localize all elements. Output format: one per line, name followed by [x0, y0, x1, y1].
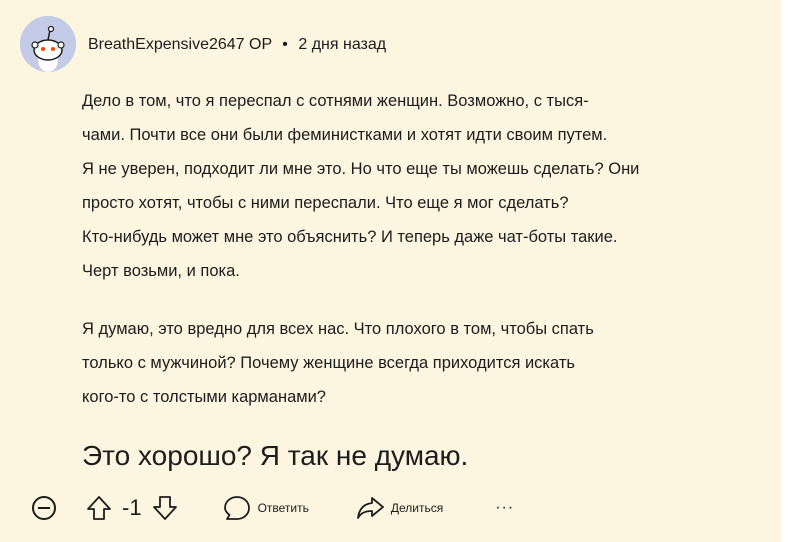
text-line: Я думаю, это вредно для всех нас. Что пл…: [82, 320, 594, 338]
comment-actions: -1 Ответить Делиться ···: [30, 490, 514, 526]
avatar[interactable]: [20, 16, 76, 72]
separator: •: [282, 36, 288, 53]
comment-heading-text: Это хорошо? Я так не думаю.: [82, 440, 469, 471]
reply-label: Ответить: [257, 501, 309, 515]
downvote-button[interactable]: [150, 493, 180, 523]
op-badge: OP: [249, 36, 272, 53]
author-name[interactable]: BreathExpensive2647: [88, 36, 245, 53]
upvote-icon: [87, 496, 111, 520]
reply-button[interactable]: Ответить: [222, 493, 309, 523]
snoo-avatar-icon: [20, 16, 76, 72]
comment-header: BreathExpensive2647 OP • 2 дня назад: [88, 36, 386, 54]
text-line: кого-то с толстыми карманами?: [82, 388, 326, 406]
upvote-button[interactable]: [84, 493, 114, 523]
vote-score: -1: [122, 495, 142, 520]
text-line: просто хотят, чтобы с ними переспали. Чт…: [82, 194, 569, 212]
comment-paragraph-2: Я думаю, это вредно для всех нас. Что пл…: [82, 312, 762, 414]
share-button[interactable]: Делиться: [355, 493, 443, 523]
share-label: Делиться: [390, 501, 444, 515]
text-line: Черт возьми, и пока.: [82, 262, 240, 280]
collapse-button[interactable]: [30, 494, 84, 522]
text-line: Кто-нибудь может мне это объяснить? И те…: [82, 228, 618, 246]
comment-icon: [223, 496, 250, 520]
text-line: Дело в том, что я переспал с сотнями жен…: [82, 92, 589, 110]
timestamp[interactable]: 2 дня назад: [298, 36, 386, 53]
text-line: чами. Почти все они были феминистками и …: [82, 126, 608, 144]
collapse-icon: [32, 496, 56, 520]
more-icon: ···: [495, 499, 515, 516]
page-edge: [782, 0, 800, 542]
text-line: только с мужчиной? Почему женщине всегда…: [82, 354, 575, 372]
text-line: Я не уверен, подходит ли мне это. Но что…: [82, 160, 640, 178]
comment-paragraph-1: Дело в том, что я переспал с сотнями жен…: [82, 84, 762, 288]
more-options-button[interactable]: ···: [495, 499, 514, 517]
downvote-icon: [152, 496, 177, 520]
share-icon: [356, 497, 384, 519]
